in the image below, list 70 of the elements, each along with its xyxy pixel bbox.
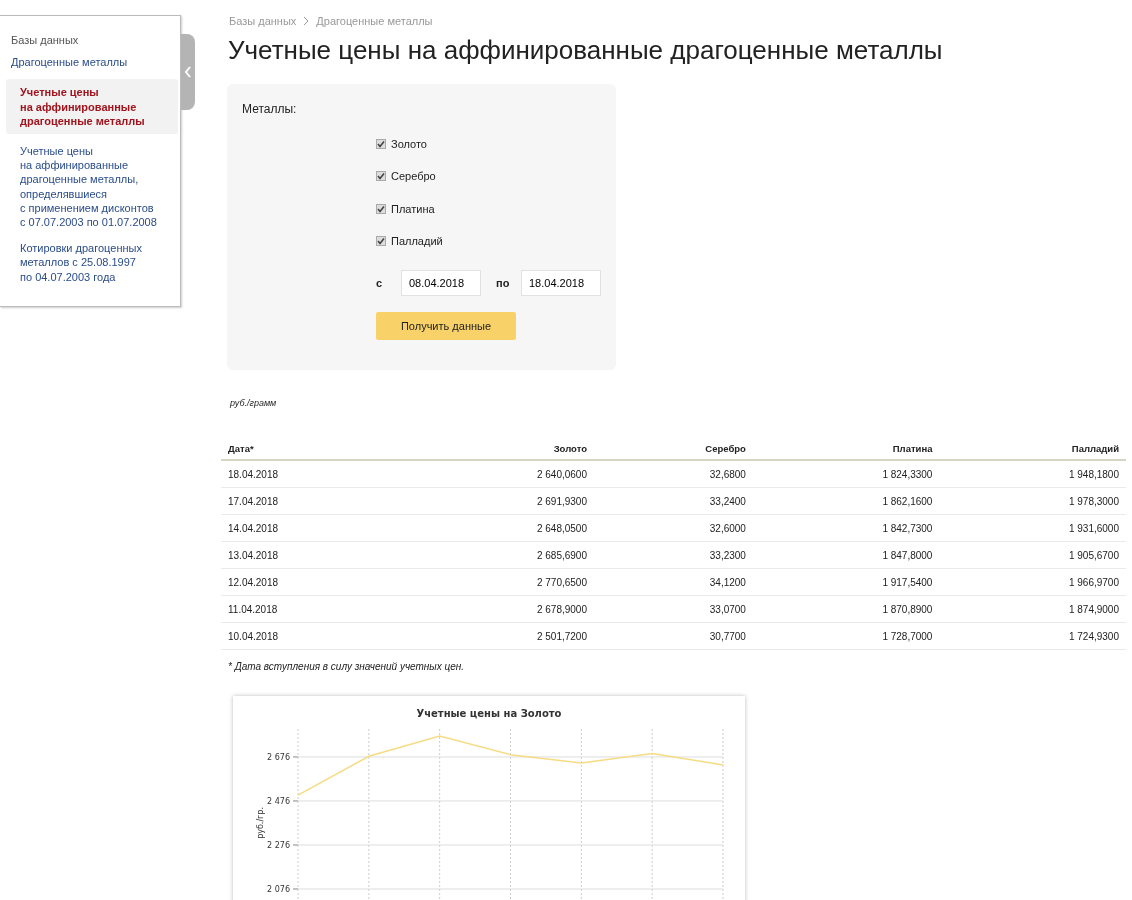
table-cell: 33,2400 xyxy=(594,487,753,515)
table-cell: 2 501,7200 xyxy=(407,622,594,650)
checkbox[interactable] xyxy=(376,139,386,150)
chevron-right-icon xyxy=(302,16,311,26)
table-cell: 1 862,1600 xyxy=(752,487,940,515)
table-cell: 2 691,9300 xyxy=(407,487,594,515)
table-cell: 1 948,1800 xyxy=(939,460,1126,488)
date-from-field[interactable]: 08.04.2018 xyxy=(401,270,481,297)
table-cell: 2 648,0500 xyxy=(407,514,594,542)
date-to-field[interactable]: 18.04.2018 xyxy=(521,270,601,297)
table-cell: 18.04.2018 xyxy=(221,460,408,488)
y-tick-label: 2 676 xyxy=(267,753,290,763)
column-header: Золото xyxy=(407,438,594,461)
y-axis-label: руб./гр. xyxy=(256,807,265,840)
table-cell: 33,0700 xyxy=(594,595,753,623)
table-cell: 1 842,7300 xyxy=(752,514,940,542)
checkbox[interactable] xyxy=(376,236,386,247)
table-cell: 1 917,5400 xyxy=(752,568,940,596)
table-cell: 32,6000 xyxy=(594,514,753,542)
table-cell: 13.04.2018 xyxy=(221,541,408,569)
column-header: Платина xyxy=(752,438,940,461)
table-cell: 1 905,6700 xyxy=(939,541,1126,569)
checkbox-label: Платина xyxy=(391,202,435,215)
checkbox-label: Серебро xyxy=(391,170,436,183)
sidebar-link[interactable]: Учетные цены на аффинированные драгоценные металлы xyxy=(6,79,178,134)
table-cell: 14.04.2018 xyxy=(221,514,408,542)
column-header: Палладий xyxy=(939,438,1126,461)
table-cell: 30,7700 xyxy=(594,622,753,650)
checkbox-label: Золото xyxy=(391,138,427,151)
y-tick-label: 2 476 xyxy=(267,797,290,807)
sidebar-link[interactable]: Базы данных xyxy=(6,33,178,48)
sidebar-link[interactable]: Котировки драгоценных металлов с 25.08.1997 по 04.07.2003 года xyxy=(6,241,178,284)
checkbox[interactable] xyxy=(376,203,386,214)
metals-label: Металлы: xyxy=(242,102,298,116)
table-cell: 1 870,8900 xyxy=(752,595,940,623)
table-cell: 2 678,9000 xyxy=(407,595,594,623)
table-cell: 2 770,6500 xyxy=(407,568,594,596)
chevron-left-icon xyxy=(184,66,192,78)
footnote: * Дата вступления в силу значений учетных цен. xyxy=(228,661,466,673)
y-tick-label: 2 076 xyxy=(267,885,290,895)
page-title: Учетные цены на аффинированные драгоценные металлы xyxy=(228,35,944,66)
table-cell: 10.04.2018 xyxy=(221,622,408,650)
table-cell: 12.04.2018 xyxy=(221,568,408,596)
table-cell: 2 685,6900 xyxy=(407,541,594,569)
table-cell: 1 724,9300 xyxy=(939,622,1126,650)
column-header: Серебро xyxy=(594,438,753,461)
table-cell: 1 728,7000 xyxy=(752,622,940,650)
checkbox[interactable] xyxy=(376,171,386,182)
table-cell: 34,1200 xyxy=(594,568,753,596)
chart-title: Учетные цены на Золото xyxy=(416,708,562,720)
table-cell: 33,2300 xyxy=(594,541,753,569)
table-cell: 1 824,3300 xyxy=(752,460,940,488)
table-cell: 1 847,8000 xyxy=(752,541,940,569)
date-to-label: по xyxy=(496,277,511,290)
table-cell: 17.04.2018 xyxy=(221,487,408,515)
table-cell: 1 931,6000 xyxy=(939,514,1126,542)
checkbox-label: Палладий xyxy=(391,235,443,248)
column-header: Дата* xyxy=(221,438,408,461)
units-note: руб./грамм xyxy=(230,398,278,409)
table-cell: 32,6800 xyxy=(594,460,753,488)
table-cell: 11.04.2018 xyxy=(221,595,408,623)
table-cell: 1 966,9700 xyxy=(939,568,1126,596)
table-cell: 1 978,3000 xyxy=(939,487,1126,515)
y-tick-label: 2 276 xyxy=(267,841,290,851)
get-data-button[interactable]: Получить данные xyxy=(376,312,516,341)
table-cell: 1 874,9000 xyxy=(939,595,1126,623)
sidebar-link[interactable]: Учетные цены на аффинированные драгоценные металлы, определявшиеся с применением дисконтов с 07.07.2003 по 01.07.2008 xyxy=(6,144,178,230)
table-cell: 2 640,0600 xyxy=(407,460,594,488)
date-from-label: с xyxy=(376,277,384,290)
sidebar-link[interactable]: Драгоценные металлы xyxy=(6,55,178,70)
